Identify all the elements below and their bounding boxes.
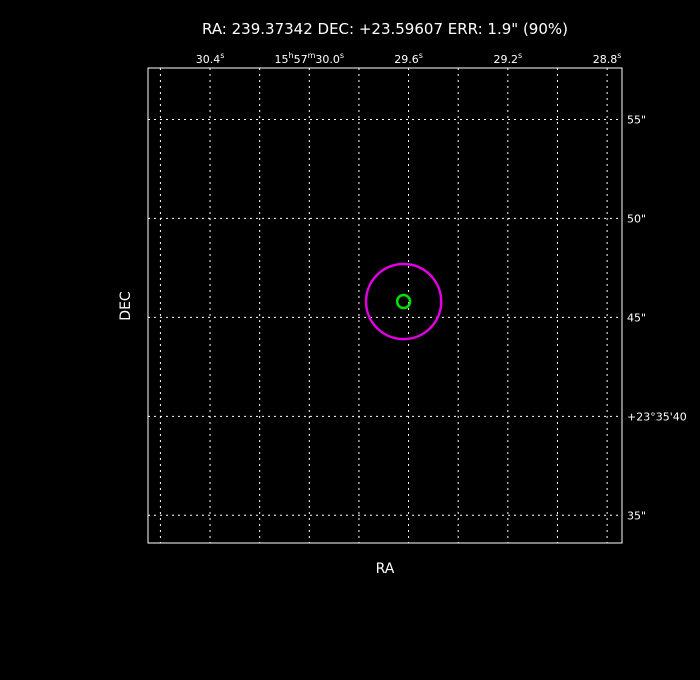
x-tick-label: 29.6s (394, 51, 423, 66)
chart-title: RA: 239.37342 DEC: +23.59607 ERR: 1.9" (… (202, 20, 568, 38)
x-tick-label: 30.4s (196, 51, 225, 66)
plot-marks (364, 262, 443, 341)
plot-frame (147, 67, 623, 544)
x-tick-label: 29.2s (494, 51, 523, 66)
error-circle (364, 262, 443, 341)
source-marker (395, 293, 412, 310)
x-tick-label: 15h57m30.0s (275, 51, 345, 66)
x-tick-labels: 30.4s 15h57m30.0s 29.6s 29.2s 28.8s (196, 51, 622, 66)
grid (148, 68, 622, 543)
y-tick-label: 55" (627, 113, 646, 126)
chart: RA: 239.37342 DEC: +23.59607 ERR: 1.9" (… (118, 20, 687, 577)
y-axis-label: DEC (118, 291, 134, 321)
x-axis-label: RA (376, 561, 395, 577)
x-tick-label: 28.8s (593, 51, 622, 66)
y-tick-label: +23°35'40 (627, 410, 687, 423)
y-tick-label: 45" (627, 311, 646, 324)
y-tick-label: 50" (627, 212, 646, 225)
y-tick-labels: 55" 50" 45" +23°35'40 35" (627, 113, 687, 522)
y-tick-label: 35" (627, 509, 646, 522)
